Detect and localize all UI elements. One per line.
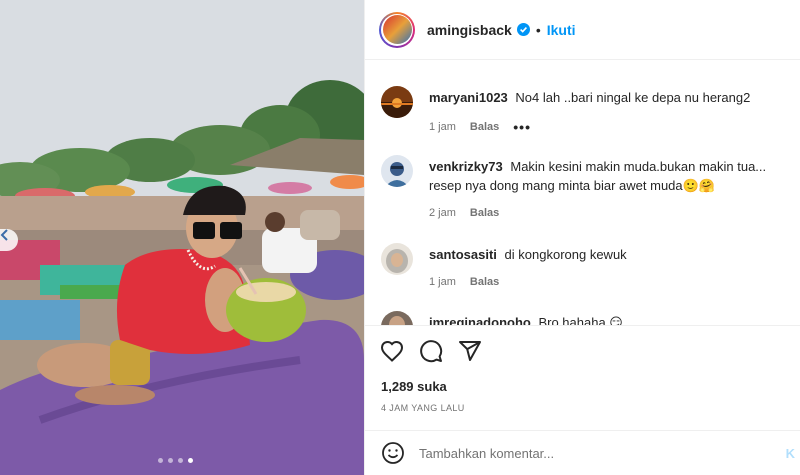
author-username[interactable]: amingisback	[427, 22, 512, 38]
commenter-avatar[interactable]	[381, 243, 413, 275]
reply-button[interactable]: Balas	[470, 276, 499, 288]
header-separator: •	[535, 21, 541, 38]
chevron-left-icon	[0, 229, 8, 241]
more-options-icon[interactable]: •••	[513, 119, 531, 135]
comment-username[interactable]: venkrizky73	[429, 159, 503, 174]
heart-icon[interactable]	[379, 338, 405, 364]
author-avatar[interactable]	[379, 11, 415, 48]
comment-time[interactable]: 1 jam	[429, 121, 456, 133]
comments-list[interactable]: maryani1023 No4 lah ..bari ningal ke dep…	[365, 60, 800, 325]
commenter-avatar[interactable]	[381, 155, 413, 187]
likes-count[interactable]: 1,289 suka	[381, 379, 447, 394]
post-photo[interactable]	[0, 0, 364, 475]
post-comment-button[interactable]: K	[786, 446, 795, 461]
post-actions: 1,289 suka 4 JAM YANG LALU	[365, 325, 800, 430]
post-timestamp: 4 JAM YANG LALU	[381, 403, 465, 413]
comment-text: No4 lah ..bari ningal ke depa nu herang2	[515, 90, 751, 105]
beach-photo-illustration	[0, 0, 364, 475]
comment-time[interactable]: 1 jam	[429, 276, 456, 288]
comment-username[interactable]: imreginadonoho	[429, 315, 531, 325]
verified-badge-icon	[516, 23, 530, 36]
commenter-avatar[interactable]	[381, 311, 413, 325]
carousel-dot[interactable]	[178, 458, 183, 463]
author-avatar-image	[382, 15, 412, 44]
carousel-dot[interactable]	[158, 458, 163, 463]
comment-username[interactable]: maryani1023	[429, 90, 508, 105]
comment-text: Bro hahaha 😏	[538, 315, 623, 325]
commenter-avatar[interactable]	[381, 86, 413, 118]
comment-text: di kongkorong kewuk	[504, 247, 627, 262]
add-comment-bar: K	[365, 430, 800, 475]
comment-username[interactable]: santosasiti	[429, 247, 497, 262]
follow-button[interactable]: Ikuti	[547, 22, 576, 38]
comment-icon[interactable]	[418, 338, 444, 364]
reply-button[interactable]: Balas	[470, 121, 499, 133]
post-side-panel: amingisback • Ikuti maryani1023 No4 lah …	[364, 0, 800, 475]
reply-button[interactable]: Balas	[470, 207, 499, 219]
carousel-dot-active[interactable]	[188, 458, 193, 463]
emoji-icon[interactable]	[381, 441, 405, 465]
carousel-dot[interactable]	[168, 458, 173, 463]
comment-input[interactable]	[419, 445, 759, 461]
share-icon[interactable]	[457, 338, 483, 364]
carousel-dots	[158, 458, 193, 463]
comment-time[interactable]: 2 jam	[429, 207, 456, 219]
post-header: amingisback • Ikuti	[365, 0, 800, 60]
